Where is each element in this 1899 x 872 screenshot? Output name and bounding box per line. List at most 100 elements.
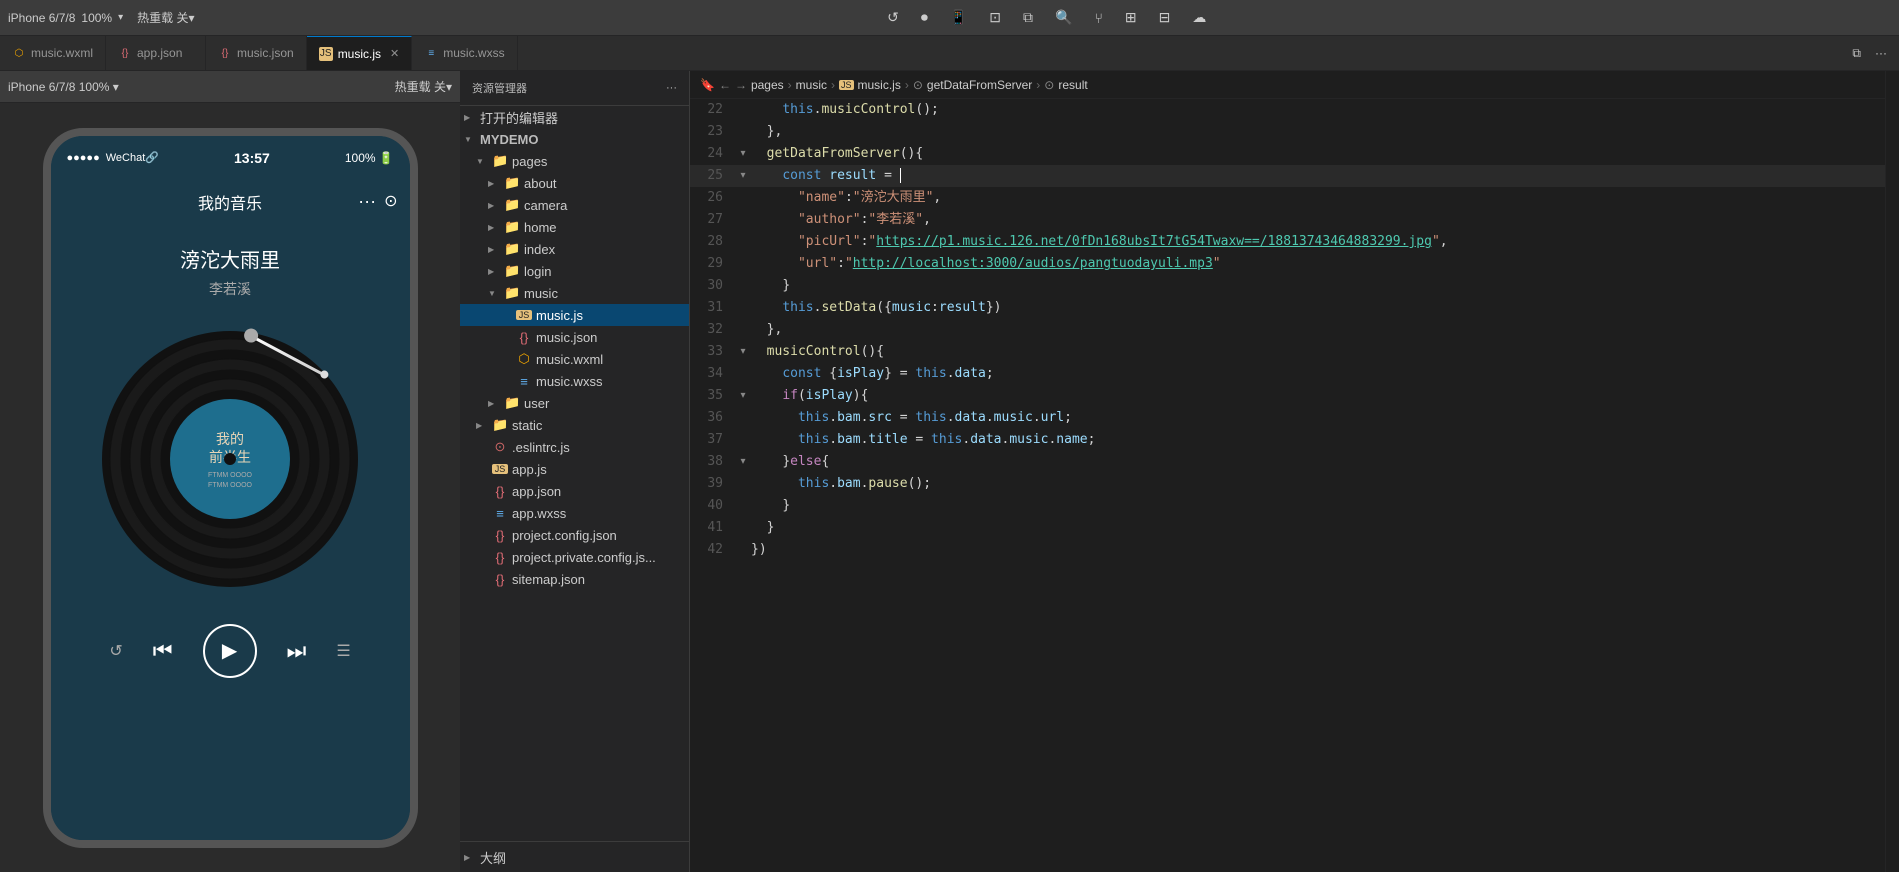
prev-button[interactable]: ⏮ [153, 638, 173, 664]
repeat-button[interactable]: ↺ [109, 641, 122, 661]
line-fold-38[interactable]: ▾ [735, 451, 751, 473]
open-editors-section[interactable]: ▶ 打开的编辑器 [460, 106, 689, 128]
branch-button[interactable]: ⑂ [1090, 7, 1106, 28]
line-code-34[interactable]: const {isPlay} = this.data; [751, 363, 1885, 385]
record-button[interactable]: ⏺ [917, 7, 932, 28]
line-code-27[interactable]: "author":"李若溪", [751, 209, 1885, 231]
music-content: 滂沱大雨里 李若溪 [51, 224, 410, 840]
line-code-35[interactable]: if(isPlay){ [751, 385, 1885, 407]
line-code-37[interactable]: this.bam.title = this.data.music.name; [751, 429, 1885, 451]
code-line-36: 36 this.bam.src = this.data.music.url; [690, 407, 1885, 429]
line-code-26[interactable]: "name":"滂沱大雨里", [751, 187, 1885, 209]
playlist-button[interactable]: ☰ [336, 641, 350, 661]
device-selector[interactable]: iPhone 6/7/8 100% ▾ 热重载 关▾ [8, 9, 194, 26]
phone-view-button[interactable]: 📱 [946, 7, 971, 28]
file-sitemap[interactable]: {} sitemap.json [460, 568, 689, 590]
line-code-38[interactable]: }else{ [751, 451, 1885, 473]
camera-icon[interactable]: ⊙ [384, 191, 397, 212]
split-editor-button[interactable]: ⧉ [1848, 44, 1865, 63]
window-view-button[interactable]: ⊡ [985, 7, 1005, 28]
file-music-json[interactable]: {} music.json [460, 326, 689, 348]
file-music-wxml[interactable]: ⬡ music.wxml [460, 348, 689, 370]
outline-section[interactable]: ▶ 大纲 [460, 846, 689, 868]
project-root[interactable]: ▼ MYDEMO [460, 128, 689, 150]
copy-button[interactable]: ⧉ [1019, 7, 1037, 28]
tab-music-wxml[interactable]: ⬡ music.wxml [0, 36, 106, 70]
folder-about[interactable]: ▶ 📁 about [460, 172, 689, 194]
line-fold-25[interactable]: ▾ [735, 165, 751, 187]
play-button[interactable]: ▶ [203, 624, 257, 678]
line-num-28: 28 [690, 231, 735, 253]
line-code-32[interactable]: }, [751, 319, 1885, 341]
breadcrumb-music-js[interactable]: music.js [858, 78, 901, 92]
vinyl-container: 我的 前半生 FTMM OOOO FTMM OOOO [100, 329, 360, 589]
open-editors-label: 打开的编辑器 [480, 108, 558, 127]
line-code-39[interactable]: this.bam.pause(); [751, 473, 1885, 495]
code-editor-area[interactable]: 22 this.musicControl(); 23 }, 24 ▾ [690, 99, 1885, 872]
hotreload-label[interactable]: 热重载 关▾ [137, 9, 194, 26]
file-app-json[interactable]: {} app.json [460, 480, 689, 502]
line-code-29[interactable]: "url":"http://localhost:3000/audios/pang… [751, 253, 1885, 275]
search-button[interactable]: 🔍 [1051, 7, 1076, 28]
line-num-30: 30 [690, 275, 735, 297]
pages-label: pages [512, 154, 547, 169]
file-app-js[interactable]: JS app.js [460, 458, 689, 480]
folder-pages[interactable]: ▼ 📁 pages [460, 150, 689, 172]
next-button[interactable]: ⏭ [287, 638, 307, 664]
svg-text:我的: 我的 [216, 432, 244, 448]
index-label: index [524, 242, 555, 257]
line-fold-35[interactable]: ▾ [735, 385, 751, 407]
refresh-button[interactable]: ↺ [883, 7, 903, 28]
code-table: 22 this.musicControl(); 23 }, 24 ▾ [690, 99, 1885, 561]
file-eslintrc[interactable]: ⊙ .eslintrc.js [460, 436, 689, 458]
line-code-28[interactable]: "picUrl":"https://p1.music.126.net/0fDn1… [751, 231, 1885, 253]
line-code-25[interactable]: const result = ​ [751, 165, 1885, 187]
eslint-icon: ⊙ [492, 439, 508, 455]
file-project-config[interactable]: {} project.config.json [460, 524, 689, 546]
breadcrumb-get-data[interactable]: getDataFromServer [927, 78, 1032, 92]
file-music-wxss[interactable]: ≡ music.wxss [460, 370, 689, 392]
zoom-dropdown-icon[interactable]: ▾ [118, 12, 123, 23]
nav-back-button[interactable]: ← [719, 78, 731, 92]
line-code-22[interactable]: this.musicControl(); [751, 99, 1885, 121]
line-fold-24[interactable]: ▾ [735, 143, 751, 165]
line-code-23[interactable]: }, [751, 121, 1885, 143]
code-line-29: 29 "url":"http://localhost:3000/audios/p… [690, 253, 1885, 275]
line-code-40[interactable]: } [751, 495, 1885, 517]
folder-index[interactable]: ▶ 📁 index [460, 238, 689, 260]
line-code-24[interactable]: getDataFromServer(){ [751, 143, 1885, 165]
file-music-js[interactable]: JS music.js [460, 304, 689, 326]
dots-menu-icon[interactable]: ··· [358, 191, 376, 212]
folder-home[interactable]: ▶ 📁 home [460, 216, 689, 238]
folder-user[interactable]: ▶ 📁 user [460, 392, 689, 414]
file-app-wxss[interactable]: ≡ app.wxss [460, 502, 689, 524]
breadcrumb-result[interactable]: result [1058, 78, 1087, 92]
cloud-button[interactable]: ☁ [1188, 7, 1210, 28]
file-project-private-config[interactable]: {} project.private.config.js... [460, 546, 689, 568]
folder-camera[interactable]: ▶ 📁 camera [460, 194, 689, 216]
grid-button[interactable]: ⊞ [1121, 7, 1141, 28]
nav-forward-button[interactable]: → [735, 78, 747, 92]
line-code-42[interactable]: }) [751, 539, 1885, 561]
line-code-30[interactable]: } [751, 275, 1885, 297]
tab-app-json[interactable]: {} app.json [106, 36, 206, 70]
more-tabs-button[interactable]: ··· [1871, 44, 1891, 62]
tab-music-js[interactable]: JS music.js ✕ [307, 36, 413, 70]
table-button[interactable]: ⊟ [1155, 7, 1175, 28]
folder-music[interactable]: ▼ 📁 music [460, 282, 689, 304]
line-code-31[interactable]: this.setData({music:result}) [751, 297, 1885, 319]
tab-close-icon[interactable]: ✕ [390, 47, 399, 60]
folder-login[interactable]: ▶ 📁 login [460, 260, 689, 282]
line-fold-33[interactable]: ▾ [735, 341, 751, 363]
static-label: static [512, 418, 542, 433]
breadcrumb-music-folder[interactable]: music [796, 78, 827, 92]
tab-music-json[interactable]: {} music.json [206, 36, 307, 70]
line-fold-40 [735, 495, 751, 517]
line-code-41[interactable]: } [751, 517, 1885, 539]
line-code-36[interactable]: this.bam.src = this.data.music.url; [751, 407, 1885, 429]
tab-music-wxss[interactable]: ≡ music.wxss [412, 36, 517, 70]
folder-static[interactable]: ▶ 📁 static [460, 414, 689, 436]
explorer-menu-icon[interactable]: ··· [666, 82, 677, 94]
breadcrumb-pages[interactable]: pages [751, 78, 784, 92]
line-code-33[interactable]: musicControl(){ [751, 341, 1885, 363]
